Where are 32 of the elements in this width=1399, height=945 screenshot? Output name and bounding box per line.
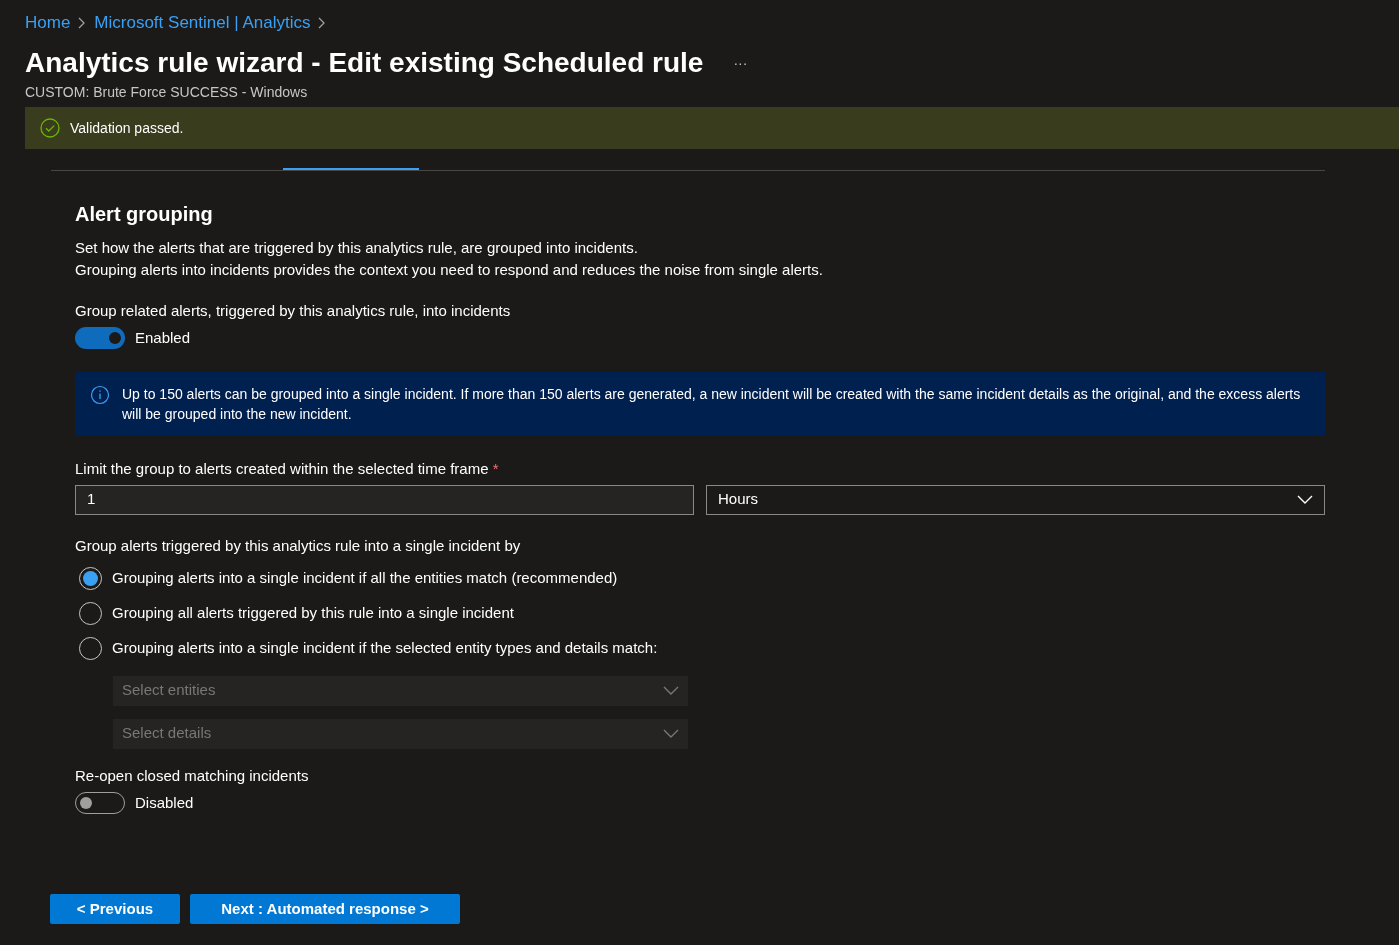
unit-dropdown[interactable]: Hours: [706, 484, 1325, 515]
chevron-down-icon: [663, 686, 679, 695]
chevron-down-icon: [663, 729, 679, 738]
page-subtitle: CUSTOM: Brute Force SUCCESS - Windows: [25, 83, 309, 102]
more-button[interactable]: ···: [733, 52, 748, 74]
section-heading: Alert grouping: [75, 202, 214, 227]
toggle-label: Group related alerts, triggered by this analytics rule, into incidents: [75, 301, 512, 321]
required-asterisk: *: [492, 459, 499, 477]
toggle-state: Disabled: [135, 792, 194, 813]
wizard-button[interactable]: < Previous: [50, 894, 180, 924]
chevron-right-icon: [78, 17, 87, 29]
radio-label: Grouping all alerts triggered by this rule into a single incident: [112, 602, 514, 623]
input-field[interactable]: 1: [75, 484, 694, 515]
toggle-state: Enabled: [135, 328, 191, 348]
breadcrumb-link[interactable]: Home: [25, 10, 71, 36]
info-icon: [90, 384, 110, 405]
validation-message: Validation passed.: [70, 118, 184, 138]
description-text: Set how the alerts that are triggered by this analytics rule, are grouped into incidents.: [75, 238, 639, 258]
chevron-down-icon: [1297, 495, 1313, 504]
check-circle-icon: [40, 118, 60, 138]
wizard-button[interactable]: Next : Automated response >: [190, 894, 460, 924]
radio-label: Grouping alerts into a single incident if the selected entity types and details match:: [112, 637, 658, 658]
breadcrumb-link[interactable]: Microsoft Sentinel | Analytics: [94, 10, 311, 36]
radio-label: Grouping alerts into a single incident if all the entities match (recommended): [112, 567, 618, 588]
info-text: Up to 150 alerts can be grouped into a single incident. If more than 150 alerts are generated, a new incident will be created with the same incident details as the original, and the excess alerts will be grouped into the new incident.: [122, 384, 1302, 424]
field-label: Group alerts triggered by this analytics rule into a single incident by: [75, 535, 522, 556]
toggle-label: Re-open closed matching incidents: [75, 765, 310, 786]
page-title: Analytics rule wizard - Edit existing Scheduled rule: [25, 46, 704, 80]
toggle-switch[interactable]: [75, 327, 125, 350]
description-text: Grouping alerts into incidents provides the context you need to respond and reduces the noise from single alerts.: [75, 260, 824, 280]
field-label: Limit the group to alerts created within the selected time frame: [75, 459, 489, 477]
chevron-right-icon: [318, 17, 327, 29]
